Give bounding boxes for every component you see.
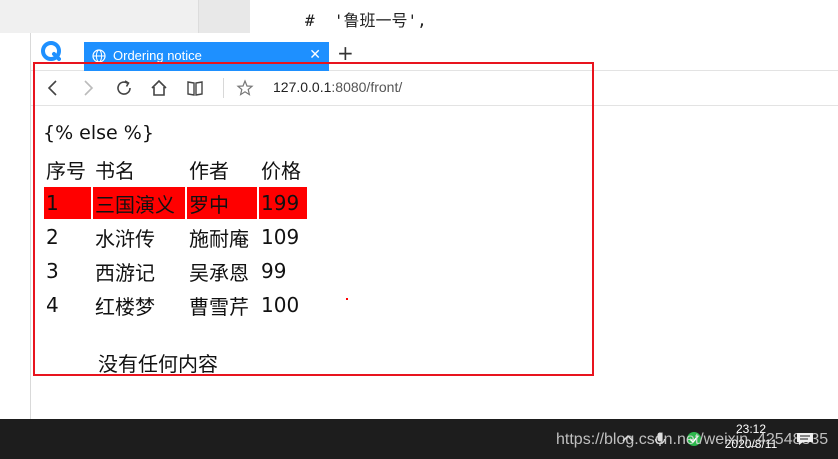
table-row: 3 西游记 吴承恩 99 <box>44 255 307 287</box>
url-host: 127.0.0.1 <box>273 79 332 95</box>
column-header-id: 序号 <box>46 158 86 183</box>
home-icon[interactable] <box>150 79 168 97</box>
tab-title: Ordering notice <box>113 48 202 63</box>
empty-message: 没有任何内容 <box>98 352 218 376</box>
watermark-text: https://blog.csdn.net/weixin_42548335 <box>556 431 829 448</box>
column-header-author: 作者 <box>189 158 229 183</box>
stray-red-dot <box>346 298 348 300</box>
url-path: :8080/front/ <box>331 79 403 95</box>
cell-author: 罗中 <box>187 187 257 219</box>
table-row: 2 水浒传 施耐庵 109 <box>44 221 307 253</box>
cell-id: 1 <box>44 187 91 219</box>
cell-title: 三国演义 <box>93 187 185 219</box>
close-icon[interactable]: ✕ <box>309 47 321 63</box>
toolbar-separator <box>223 78 224 98</box>
raw-template-text: {% else %} <box>43 122 154 144</box>
cell-price: 99 <box>261 259 287 283</box>
table-row: 4 红楼梦 曹雪芹 100 <box>44 289 307 321</box>
browser-titlebar: Ordering notice ✕ + <box>31 33 838 71</box>
page-content: {% else %} 序号 书名 作者 价格 1 三国演义 罗中 199 2 水… <box>31 107 838 419</box>
books-table: 序号 书名 作者 价格 1 三国演义 罗中 199 2 水浒传 施耐庵 109 <box>42 151 309 323</box>
code-editor-background: # '鲁班一号', <box>0 0 838 33</box>
cell-price: 199 <box>259 187 307 219</box>
browser-toolbar: 127.0.0.1:8080/front/ <box>31 71 838 106</box>
editor-gutter <box>0 0 250 33</box>
cell-author: 曹雪芹 <box>189 294 249 319</box>
code-line: # '鲁班一号', <box>305 11 427 30</box>
browser-logo-icon[interactable] <box>41 41 61 61</box>
column-header-price: 价格 <box>261 158 301 183</box>
forward-icon[interactable] <box>79 79 97 97</box>
star-icon[interactable] <box>236 79 254 97</box>
notification-icon[interactable] <box>796 432 814 446</box>
globe-icon <box>92 49 106 63</box>
editor-gutter-panel <box>198 0 250 33</box>
tab-ordering-notice[interactable]: Ordering notice ✕ <box>84 42 329 71</box>
reader-icon[interactable] <box>186 79 204 97</box>
cell-title: 西游记 <box>95 260 155 285</box>
cell-title: 红楼梦 <box>95 294 155 319</box>
cell-title: 水浒传 <box>95 226 155 251</box>
browser-window: Ordering notice ✕ + 127.0.0.1:8080/front… <box>30 33 838 419</box>
new-tab-button[interactable]: + <box>337 43 354 63</box>
cell-author: 吴承恩 <box>189 260 249 285</box>
reload-icon[interactable] <box>115 79 133 97</box>
cell-id: 2 <box>46 225 59 249</box>
address-bar[interactable]: 127.0.0.1:8080/front/ <box>273 79 402 95</box>
column-header-title: 书名 <box>95 158 135 183</box>
table-header-row: 序号 书名 作者 价格 <box>44 153 307 185</box>
cell-id: 4 <box>46 293 59 317</box>
cell-price: 100 <box>261 293 300 317</box>
cell-price: 109 <box>261 225 300 249</box>
cell-id: 3 <box>46 259 59 283</box>
table-row: 1 三国演义 罗中 199 <box>44 187 307 219</box>
back-icon[interactable] <box>44 79 62 97</box>
cell-author: 施耐庵 <box>189 226 249 251</box>
